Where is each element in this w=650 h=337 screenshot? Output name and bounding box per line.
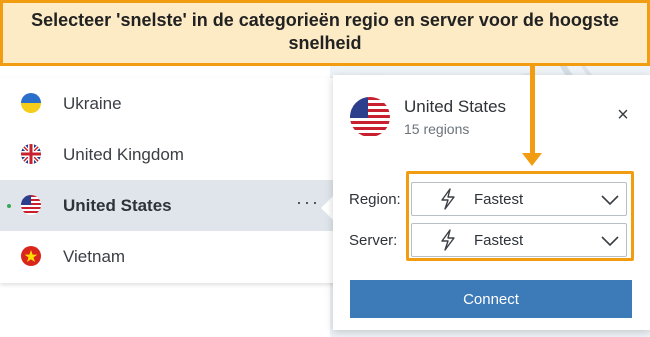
- us-flag-icon: [21, 195, 41, 215]
- uk-flag-icon: [21, 144, 41, 164]
- annotation-highlight-box: [406, 171, 634, 261]
- more-options-button[interactable]: ···: [296, 192, 320, 213]
- country-row-united-states[interactable]: United States ···: [0, 180, 342, 231]
- country-name: Vietnam: [63, 247, 126, 266]
- country-row-vietnam[interactable]: Vietnam: [0, 231, 342, 282]
- country-row-ukraine[interactable]: Ukraine: [0, 78, 342, 129]
- country-list: Ukraine United Kingdom United States ···…: [0, 78, 342, 283]
- vietnam-flag-icon: [21, 246, 41, 266]
- country-name: United Kingdom: [63, 145, 184, 164]
- connect-button[interactable]: Connect: [350, 280, 632, 318]
- online-indicator: [7, 204, 11, 208]
- close-button[interactable]: ×: [613, 105, 633, 125]
- annotation-banner: Selecteer 'snelste' in de categorieën re…: [0, 0, 650, 66]
- us-flag-icon: [350, 97, 390, 137]
- region-label: Region:: [349, 191, 401, 208]
- annotation-text: Selecteer 'snelste' in de categorieën re…: [31, 10, 619, 53]
- annotation-arrow-line: [530, 66, 535, 158]
- country-name: United States: [63, 196, 172, 215]
- country-row-united-kingdom[interactable]: United Kingdom: [0, 129, 342, 180]
- popup-country-title: United States: [404, 97, 507, 116]
- country-name: Ukraine: [63, 94, 122, 113]
- ukraine-flag-icon: [21, 93, 41, 113]
- server-label: Server:: [349, 232, 398, 249]
- annotation-arrow-head: [522, 153, 542, 166]
- popup-region-count: 15 regions: [404, 121, 470, 137]
